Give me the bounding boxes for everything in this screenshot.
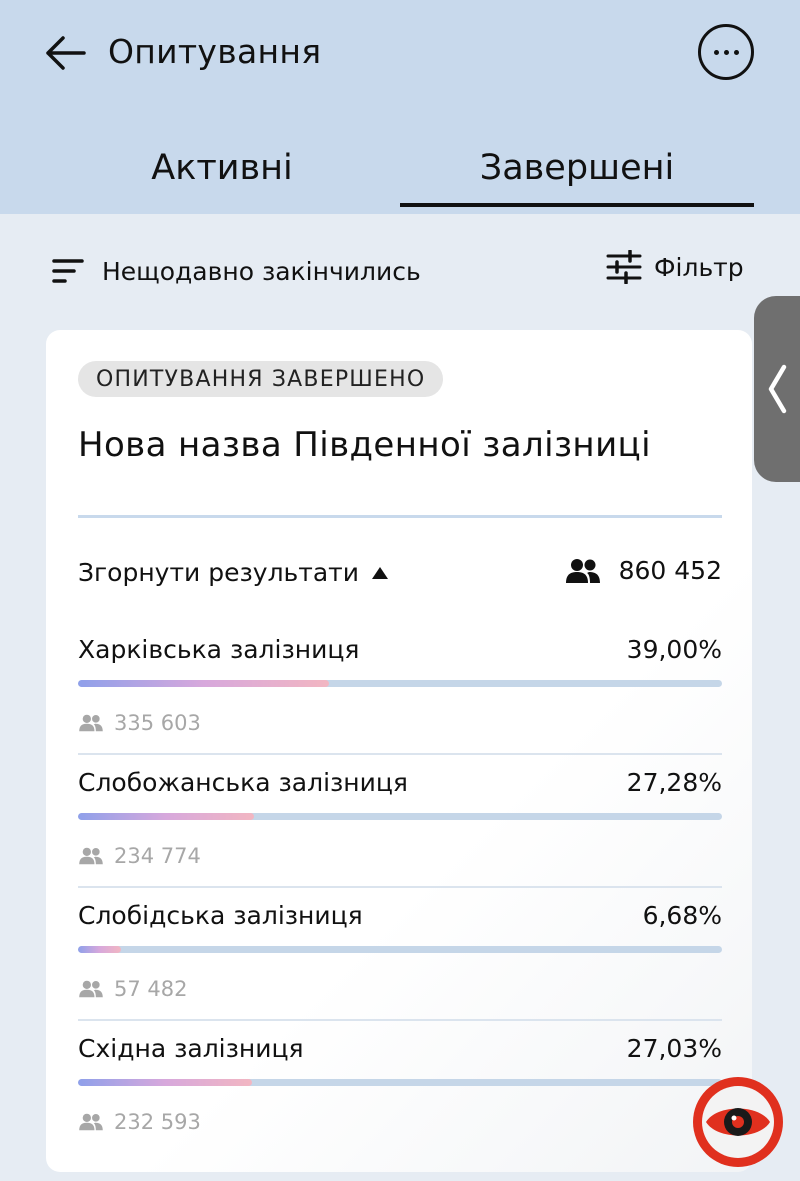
- option-votes-count: 232 593: [114, 1110, 201, 1134]
- option-label: Східна залізниця: [78, 1034, 304, 1063]
- status-badge: ОПИТУВАННЯ ЗАВЕРШЕНО: [78, 361, 444, 397]
- option-percent: 27,28%: [626, 768, 722, 797]
- option-percent: 39,00%: [626, 635, 722, 664]
- collapse-label: Згорнути результати: [78, 558, 359, 587]
- poll-option: Слобідська залізниця 6,68% 57 482: [78, 901, 722, 1033]
- poll-option: Слобожанська залізниця 27,28% 234 774: [78, 768, 722, 900]
- option-votes: 232 593: [78, 1110, 201, 1134]
- option-label: Слобідська залізниця: [78, 901, 363, 930]
- option-votes: 234 774: [78, 844, 201, 868]
- triangle-up-icon: [371, 566, 388, 579]
- poll-card: ОПИТУВАННЯ ЗАВЕРШЕНО Нова назва Південно…: [46, 330, 752, 1172]
- tab-active-indicator: [400, 203, 754, 207]
- sort-lines-icon: [52, 259, 84, 283]
- poll-option: Харківська залізниця 39,00% 335 603: [78, 635, 722, 767]
- more-options-button[interactable]: [698, 24, 754, 80]
- divider: [78, 515, 722, 518]
- option-votes: 57 482: [78, 977, 187, 1001]
- people-icon: [79, 980, 103, 998]
- app-header: Опитування Активні Завершені: [0, 0, 800, 214]
- people-icon: [565, 558, 600, 583]
- option-label: Харківська залізниця: [78, 635, 360, 664]
- tab-active-polls[interactable]: Активні: [45, 128, 399, 208]
- people-icon: [79, 847, 103, 865]
- option-percent: 6,68%: [642, 901, 722, 930]
- option-votes-count: 335 603: [114, 711, 201, 735]
- option-bar: [78, 946, 722, 953]
- option-votes: 335 603: [78, 711, 201, 735]
- more-horizontal-icon: [713, 49, 719, 55]
- watermark-logo: [693, 1077, 783, 1167]
- option-bar-fill: [78, 680, 330, 687]
- page-title: Опитування: [108, 32, 322, 71]
- option-percent: 27,03%: [626, 1034, 722, 1063]
- option-bar: [78, 813, 722, 820]
- side-panel-handle[interactable]: [754, 296, 800, 482]
- divider: [78, 753, 722, 755]
- chevron-left-icon: [768, 364, 787, 414]
- option-bar: [78, 680, 722, 687]
- back-button[interactable]: [40, 30, 90, 76]
- tab-finished-polls[interactable]: Завершені: [400, 128, 754, 208]
- option-bar: [78, 1079, 722, 1086]
- divider: [78, 1019, 722, 1021]
- poll-option: Східна залізниця 27,03% 232 593: [78, 1034, 722, 1166]
- option-votes-count: 57 482: [114, 977, 188, 1001]
- divider: [78, 886, 722, 888]
- total-votes: 860 452: [565, 556, 722, 585]
- option-bar-fill: [78, 813, 254, 820]
- total-votes-count: 860 452: [618, 556, 722, 585]
- eye-icon: [702, 1086, 774, 1158]
- sort-button[interactable]: Нещодавно закінчились: [52, 256, 421, 286]
- poll-title: Нова назва Південної залізниці: [78, 425, 651, 465]
- filter-button[interactable]: Фільтр: [606, 250, 744, 284]
- people-icon: [79, 1113, 103, 1131]
- sort-label: Нещодавно закінчились: [102, 256, 421, 286]
- option-label: Слобожанська залізниця: [78, 768, 408, 797]
- arrow-left-icon: [46, 36, 86, 70]
- option-bar-fill: [78, 946, 122, 953]
- people-icon: [79, 714, 103, 732]
- collapse-results-button[interactable]: Згорнути результати: [78, 558, 389, 587]
- option-bar-fill: [78, 1079, 253, 1086]
- option-votes-count: 234 774: [114, 844, 201, 868]
- filter-label: Фільтр: [654, 252, 744, 282]
- sliders-icon: [606, 250, 642, 284]
